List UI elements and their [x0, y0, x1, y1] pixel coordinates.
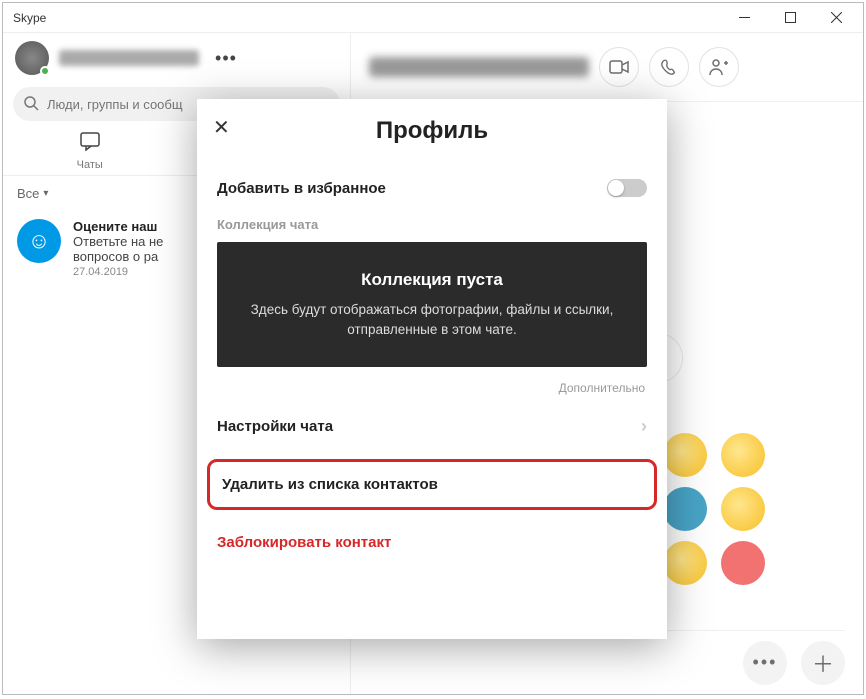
filter-label: Все — [17, 186, 39, 201]
favorite-row[interactable]: Добавить в избранное — [217, 165, 647, 211]
block-contact-row[interactable]: Заблокировать контакт — [217, 520, 647, 569]
collection-empty-desc: Здесь будут отображаться фотографии, фай… — [241, 300, 623, 339]
self-avatar[interactable] — [15, 41, 49, 75]
close-icon[interactable]: ✕ — [213, 115, 230, 140]
favorite-toggle[interactable] — [607, 179, 647, 197]
chat-settings-label: Настройки чата — [217, 418, 641, 435]
favorite-label: Добавить в избранное — [217, 180, 607, 197]
chat-settings-row[interactable]: Настройки чата › — [217, 399, 647, 453]
self-name — [59, 50, 199, 66]
modal-title: Профиль — [197, 117, 667, 145]
window-title: Skype — [13, 11, 721, 25]
block-contact-label: Заблокировать контакт — [217, 534, 391, 551]
close-button[interactable] — [813, 3, 859, 33]
delete-contact-row[interactable]: Удалить из списка контактов — [207, 459, 657, 510]
title-bar: Skype — [3, 3, 863, 33]
maximize-button[interactable] — [767, 3, 813, 33]
delete-contact-label: Удалить из списка контактов — [222, 476, 438, 493]
chevron-right-icon: › — [641, 416, 647, 437]
minimize-button[interactable] — [721, 3, 767, 33]
more-link[interactable]: Дополнительно — [217, 367, 647, 399]
chat-icon — [3, 131, 177, 157]
collection-section-label: Коллекция чата — [217, 211, 647, 242]
chevron-down-icon: ▾ — [43, 188, 48, 199]
overflow-menu-button[interactable]: ••• — [209, 41, 243, 75]
tab-label: Чаты — [77, 159, 103, 171]
tab-chats[interactable]: Чаты — [3, 125, 177, 175]
collection-empty-title: Коллекция пуста — [241, 270, 623, 290]
search-icon — [23, 95, 39, 116]
chat-avatar: ☺ — [17, 219, 61, 263]
status-indicator — [40, 66, 50, 76]
profile-modal: ✕ Профиль Добавить в избранное Коллекция… — [197, 99, 667, 639]
collection-empty-box: Коллекция пуста Здесь будут отображаться… — [217, 242, 647, 367]
